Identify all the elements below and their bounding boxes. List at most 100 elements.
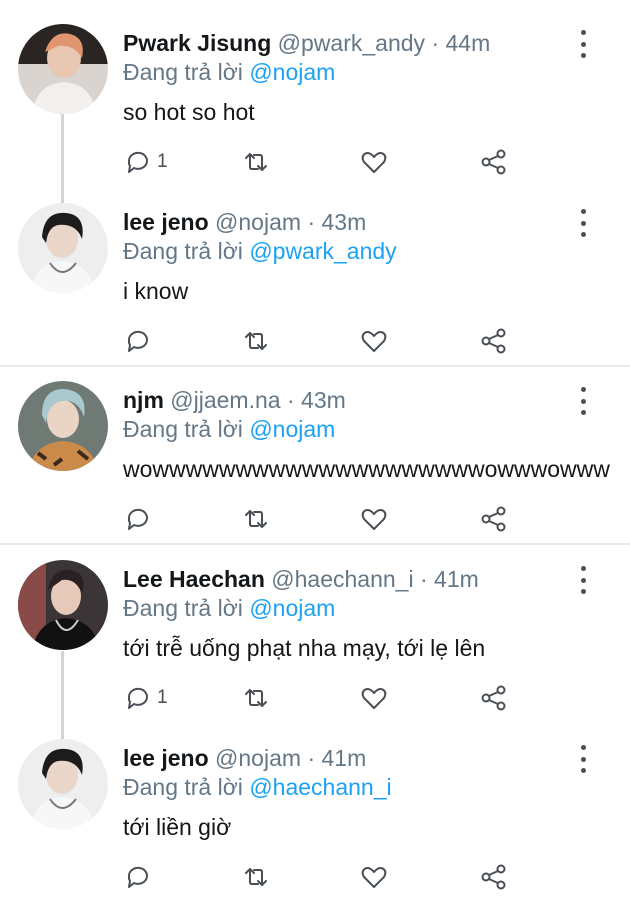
more-options-icon[interactable] [571, 30, 595, 58]
retweet-button[interactable] [241, 326, 271, 356]
replying-to: Đang trả lời @nojam [123, 593, 335, 623]
tweet[interactable]: Lee Haechan @haechann_i · 41m Đang trả l… [0, 560, 630, 713]
replying-label: Đang trả lời [123, 774, 243, 800]
avatar[interactable] [18, 24, 108, 114]
separator-dot: · [286, 387, 295, 413]
replying-label: Đang trả lời [123, 59, 243, 85]
retweet-icon [245, 510, 267, 528]
tweet-text: tới liền giờ [123, 814, 232, 840]
reply-button[interactable]: 1 [123, 147, 168, 177]
like-icon [361, 509, 387, 530]
retweet-button[interactable] [241, 862, 271, 892]
display-name[interactable]: lee jeno [123, 745, 209, 771]
like-button[interactable] [359, 862, 389, 892]
like-button[interactable] [359, 147, 389, 177]
share-button[interactable] [479, 862, 509, 892]
reply-count: 1 [157, 687, 168, 708]
tweet-header: Lee Haechan @haechann_i · 41m [123, 564, 479, 594]
like-button[interactable] [359, 683, 389, 713]
tweet-actions [123, 504, 523, 534]
retweet-button[interactable] [241, 504, 271, 534]
retweet-button[interactable] [241, 147, 271, 177]
tweet-actions: 1 [123, 147, 523, 177]
reply-mention[interactable]: @nojam [249, 416, 335, 442]
tweet[interactable]: lee jeno @nojam · 43m Đang trả lời @pwar… [0, 203, 630, 356]
tweet[interactable]: lee jeno @nojam · 41m Đang trả lời @haec… [0, 739, 630, 892]
user-handle[interactable]: @nojam [215, 209, 301, 235]
avatar-image [18, 24, 108, 114]
share-button[interactable] [479, 683, 509, 713]
share-icon [481, 149, 506, 175]
tweet-header: Pwark Jisung @pwark_andy · 44m [123, 28, 490, 58]
tweet-divider [0, 543, 630, 545]
more-options-icon[interactable] [571, 745, 595, 773]
replying-to: Đang trả lời @haechann_i [123, 772, 392, 802]
retweet-button[interactable] [241, 683, 271, 713]
tweet-text: tới trễ uống phạt nha mạy, tới lẹ lên [123, 635, 486, 661]
replying-label: Đang trả lời [123, 238, 243, 264]
timestamp[interactable]: 44m [446, 30, 491, 56]
tweet-header: njm @jjaem.na · 43m [123, 385, 346, 415]
share-button[interactable] [479, 504, 509, 534]
tweet-text: so hot so hot [123, 99, 255, 125]
timestamp[interactable]: 43m [301, 387, 346, 413]
separator-dot: · [419, 566, 428, 592]
tweet-divider [0, 365, 630, 367]
share-button[interactable] [479, 147, 509, 177]
tweet-text: i know [123, 278, 189, 304]
like-button[interactable] [359, 326, 389, 356]
replying-to: Đang trả lời @nojam [123, 414, 335, 444]
share-icon [481, 328, 506, 354]
retweet-icon [245, 332, 267, 350]
replying-label: Đang trả lời [123, 595, 243, 621]
like-icon [361, 867, 387, 888]
replying-to: Đang trả lời @pwark_andy [123, 236, 397, 266]
user-handle[interactable]: @pwark_andy [278, 30, 425, 56]
like-button[interactable] [359, 504, 389, 534]
more-options-icon[interactable] [571, 209, 595, 237]
reply-icon [127, 866, 148, 888]
replying-label: Đang trả lời [123, 416, 243, 442]
reply-icon [127, 687, 148, 709]
reply-button[interactable] [123, 326, 157, 356]
avatar[interactable] [18, 739, 108, 829]
timestamp[interactable]: 41m [322, 745, 367, 771]
share-button[interactable] [479, 326, 509, 356]
display-name[interactable]: lee jeno [123, 209, 209, 235]
tweet-actions [123, 326, 523, 356]
avatar[interactable] [18, 203, 108, 293]
reply-mention[interactable]: @nojam [249, 59, 335, 85]
reply-button[interactable] [123, 862, 157, 892]
reply-mention[interactable]: @pwark_andy [249, 238, 396, 264]
tweet[interactable]: njm @jjaem.na · 43m Đang trả lời @nojam … [0, 381, 630, 534]
display-name[interactable]: Pwark Jisung [123, 30, 271, 56]
timestamp[interactable]: 41m [434, 566, 479, 592]
like-icon [361, 331, 387, 352]
share-icon [481, 506, 506, 532]
display-name[interactable]: njm [123, 387, 164, 413]
share-icon [481, 685, 506, 711]
avatar[interactable] [18, 381, 108, 471]
retweet-icon [245, 868, 267, 886]
tweet[interactable]: Pwark Jisung @pwark_andy · 44m Đang trả … [0, 24, 630, 177]
reply-icon [127, 330, 148, 352]
reply-mention[interactable]: @nojam [249, 595, 335, 621]
avatar[interactable] [18, 560, 108, 650]
reply-mention[interactable]: @haechann_i [249, 774, 391, 800]
timestamp[interactable]: 43m [322, 209, 367, 235]
more-options-icon[interactable] [571, 566, 595, 594]
like-icon [361, 152, 387, 173]
separator-dot: · [307, 209, 316, 235]
avatar-image [18, 560, 108, 650]
retweet-icon [245, 153, 267, 171]
user-handle[interactable]: @nojam [215, 745, 301, 771]
reply-button[interactable]: 1 [123, 683, 168, 713]
share-icon [481, 864, 506, 890]
tweet-header: lee jeno @nojam · 43m [123, 207, 366, 237]
reply-button[interactable] [123, 504, 157, 534]
user-handle[interactable]: @jjaem.na [170, 387, 280, 413]
more-options-icon[interactable] [571, 387, 595, 415]
tweet-actions [123, 862, 523, 892]
display-name[interactable]: Lee Haechan [123, 566, 265, 592]
user-handle[interactable]: @haechann_i [271, 566, 413, 592]
